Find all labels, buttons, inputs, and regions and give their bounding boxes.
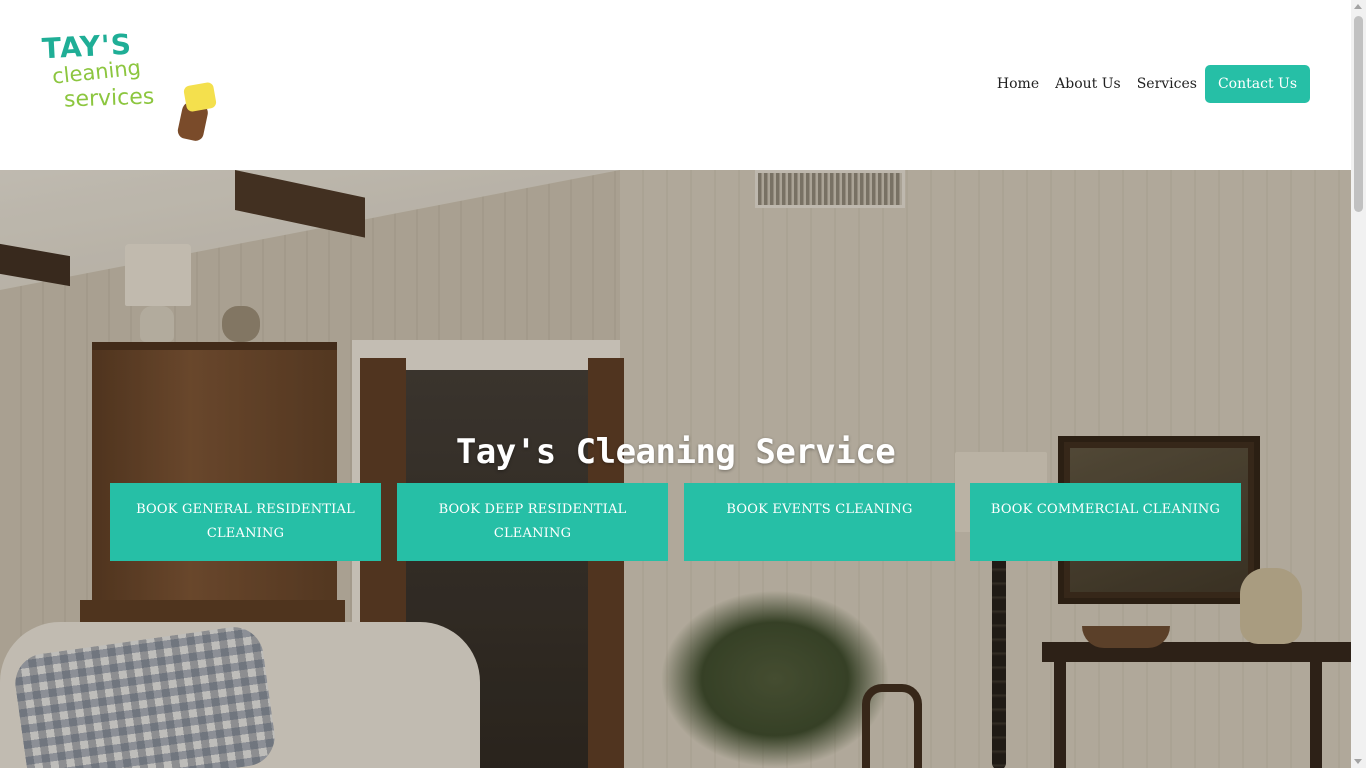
book-deep-residential-button[interactable]: BOOK DEEP RESIDENTIAL CLEANING <box>397 483 668 561</box>
site-logo[interactable]: TAY'S cleaning services <box>40 28 220 146</box>
main-nav: Home About Us Services Contact Us <box>997 65 1310 103</box>
hero-section: Tay's Cleaning Service BOOK GENERAL RESI… <box>0 170 1351 768</box>
sponge-icon <box>182 81 218 113</box>
nav-about-link[interactable]: About Us <box>1055 76 1121 92</box>
nav-services-link[interactable]: Services <box>1137 76 1197 92</box>
scroll-down-arrow-icon[interactable] <box>1354 759 1362 764</box>
hero-title: Tay's Cleaning Service <box>455 432 896 472</box>
scroll-up-arrow-icon[interactable] <box>1354 4 1362 9</box>
scrollbar-thumb[interactable] <box>1354 16 1363 212</box>
page-scrollbar[interactable] <box>1351 0 1366 768</box>
book-events-button[interactable]: BOOK EVENTS CLEANING <box>684 483 955 561</box>
logo-text-services: services <box>63 84 155 113</box>
book-general-residential-button[interactable]: BOOK GENERAL RESIDENTIAL CLEANING <box>110 483 381 561</box>
book-commercial-button[interactable]: BOOK COMMERCIAL CLEANING <box>970 483 1241 561</box>
site-header: TAY'S cleaning services Home About Us Se… <box>0 0 1351 170</box>
contact-us-button[interactable]: Contact Us <box>1204 65 1310 103</box>
nav-home-link[interactable]: Home <box>997 76 1039 92</box>
